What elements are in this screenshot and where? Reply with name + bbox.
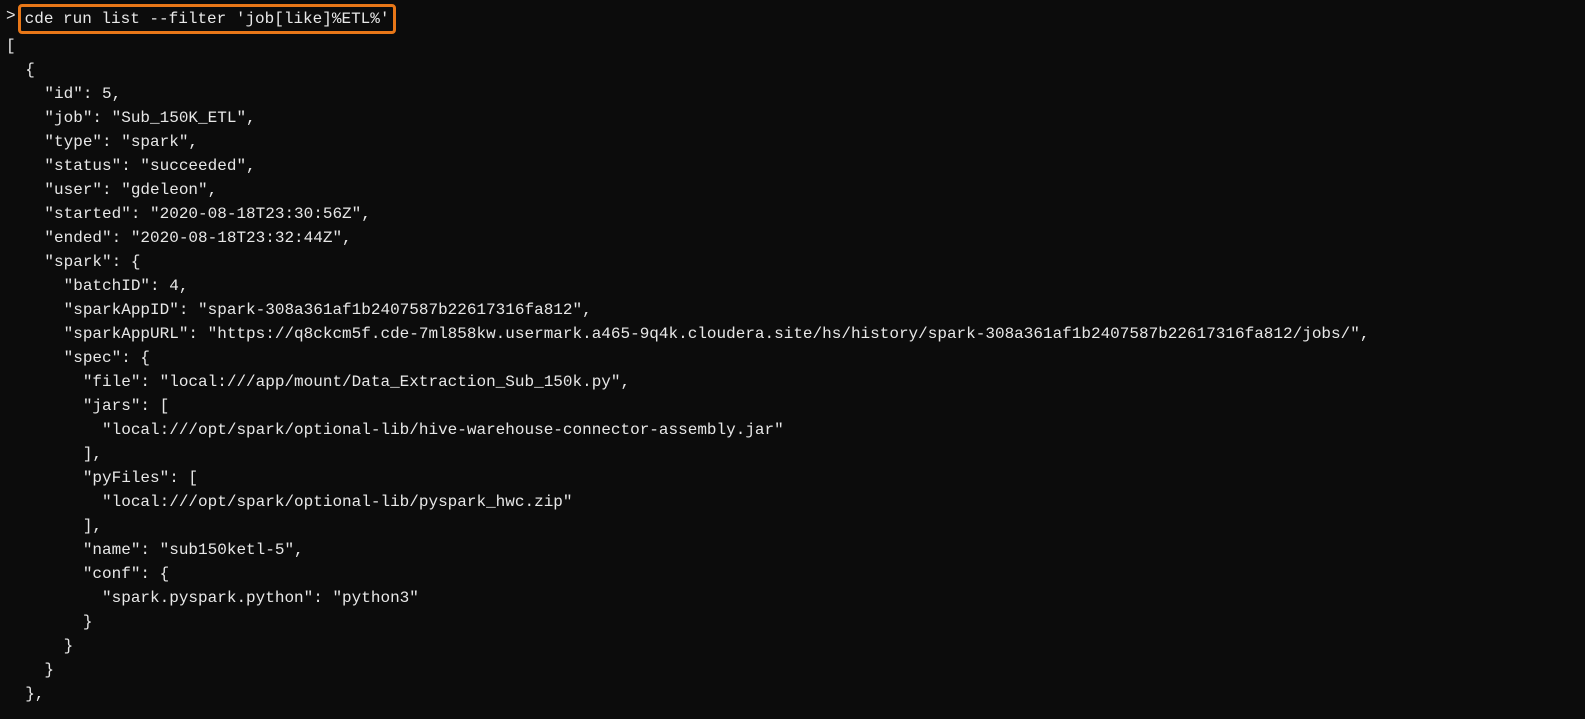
output-line: "started": "2020-08-18T23:30:56Z", bbox=[6, 202, 1581, 226]
output-line: "ended": "2020-08-18T23:32:44Z", bbox=[6, 226, 1581, 250]
output-line: "spark": { bbox=[6, 250, 1581, 274]
output-line: "conf": { bbox=[6, 562, 1581, 586]
output-line: "file": "local:///app/mount/Data_Extract… bbox=[6, 370, 1581, 394]
output-line: "type": "spark", bbox=[6, 130, 1581, 154]
output-line: "local:///opt/spark/optional-lib/pyspark… bbox=[6, 490, 1581, 514]
output-line: ], bbox=[6, 442, 1581, 466]
output-line: "status": "succeeded", bbox=[6, 154, 1581, 178]
command-text: cde run list --filter 'job[like]%ETL%' bbox=[18, 4, 397, 34]
output-line: } bbox=[6, 658, 1581, 682]
command-prompt-line[interactable]: > cde run list --filter 'job[like]%ETL%' bbox=[4, 4, 1581, 34]
output-line: "spec": { bbox=[6, 346, 1581, 370]
output-line: "jars": [ bbox=[6, 394, 1581, 418]
output-line: [ bbox=[6, 34, 1581, 58]
output-line: "batchID": 4, bbox=[6, 274, 1581, 298]
output-line: } bbox=[6, 610, 1581, 634]
output-line: } bbox=[6, 634, 1581, 658]
output-line: "name": "sub150ketl-5", bbox=[6, 538, 1581, 562]
terminal-output: [ { "id": 5, "job": "Sub_150K_ETL", "typ… bbox=[4, 34, 1581, 706]
output-line: "spark.pyspark.python": "python3" bbox=[6, 586, 1581, 610]
output-line: "local:///opt/spark/optional-lib/hive-wa… bbox=[6, 418, 1581, 442]
output-line: "id": 5, bbox=[6, 82, 1581, 106]
output-line: }, bbox=[6, 682, 1581, 706]
prompt-symbol: > bbox=[4, 4, 18, 28]
output-line: "user": "gdeleon", bbox=[6, 178, 1581, 202]
output-line: "job": "Sub_150K_ETL", bbox=[6, 106, 1581, 130]
output-line: "sparkAppURL": "https://q8ckcm5f.cde-7ml… bbox=[6, 322, 1581, 346]
output-line: ], bbox=[6, 514, 1581, 538]
output-line: { bbox=[6, 58, 1581, 82]
output-line: "sparkAppID": "spark-308a361af1b2407587b… bbox=[6, 298, 1581, 322]
output-line: "pyFiles": [ bbox=[6, 466, 1581, 490]
